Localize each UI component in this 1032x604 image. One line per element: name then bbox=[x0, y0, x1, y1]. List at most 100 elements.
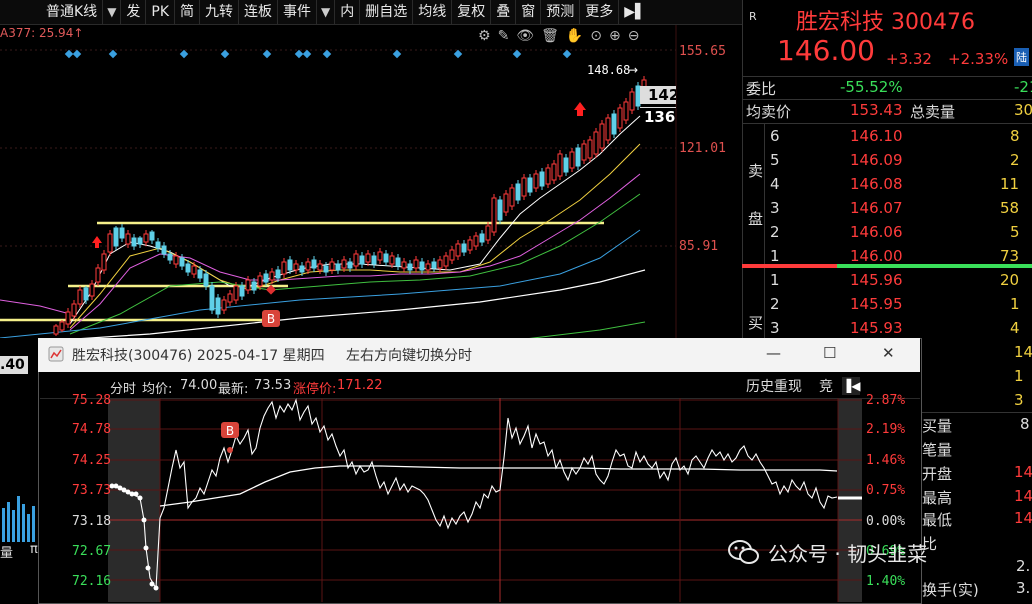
candle-body bbox=[185, 263, 191, 273]
ask-price[interactable]: 146.08 bbox=[850, 175, 903, 193]
ask-volume: 58 bbox=[1000, 199, 1020, 217]
high-label: 148.68 bbox=[587, 63, 630, 77]
candle-body bbox=[101, 253, 107, 271]
svg-text:→: → bbox=[628, 63, 638, 77]
stat-value: 14 bbox=[1014, 463, 1032, 481]
ask-volume: 11 bbox=[1000, 175, 1020, 193]
toolbar-inner[interactable]: 内 bbox=[335, 0, 361, 24]
target-icon[interactable]: ⊙ bbox=[590, 28, 602, 44]
ask-volume: 2 bbox=[1010, 151, 1020, 169]
price-change-pct: +2.33% bbox=[948, 50, 1009, 68]
candle-body bbox=[515, 183, 521, 201]
toolbar-nine-turn[interactable]: 九转 bbox=[200, 0, 240, 24]
event-markers bbox=[64, 49, 572, 59]
stat-value: 2. bbox=[1016, 557, 1031, 575]
candle-body bbox=[311, 259, 317, 269]
toolbar-events[interactable]: 事件 bbox=[278, 0, 318, 24]
candle-body bbox=[485, 225, 491, 241]
candle-body bbox=[305, 261, 311, 271]
zoom-in-icon[interactable]: ⊕ bbox=[609, 28, 621, 44]
toolbar-remove-favorite[interactable]: 删自选 bbox=[360, 0, 414, 24]
history-replay-button[interactable]: 历史重现 bbox=[746, 376, 802, 396]
intraday-pct-label: 0.75% bbox=[866, 483, 906, 498]
toolbar-pk[interactable]: PK bbox=[146, 0, 176, 24]
total-sell-value: 30 bbox=[1014, 101, 1032, 119]
toolbar-limit-board[interactable]: 连板 bbox=[239, 0, 279, 24]
candle-body bbox=[167, 253, 173, 261]
candle-body bbox=[425, 263, 431, 271]
settings-icon[interactable]: ⚙ bbox=[478, 28, 491, 44]
toolbar-adjust[interactable]: 复权 bbox=[452, 0, 492, 24]
candle-body bbox=[587, 139, 593, 159]
candle-body bbox=[89, 283, 95, 297]
candle-body bbox=[317, 263, 323, 271]
hand-icon[interactable]: ✋ bbox=[566, 28, 583, 44]
candle-body bbox=[173, 255, 179, 265]
last-price: 146.00 bbox=[777, 34, 875, 67]
zoom-out-icon[interactable]: ⊖ bbox=[628, 28, 640, 44]
axis-label: 121.01 bbox=[679, 141, 726, 156]
play-back-icon[interactable]: ▐◀ bbox=[842, 377, 860, 395]
last-price-value: 73.53 bbox=[254, 378, 292, 393]
tab-normal-kline[interactable]: 普通K线 bbox=[0, 0, 104, 24]
bid-vol: 14 bbox=[1014, 343, 1032, 361]
toolbar-simple[interactable]: 简 bbox=[175, 0, 201, 24]
limit-up-label: 涨停价: bbox=[293, 382, 337, 397]
ask-price[interactable]: 146.09 bbox=[850, 151, 903, 169]
intraday-price-label: 72.16 bbox=[72, 574, 112, 589]
chevron-down-icon[interactable]: ▼ bbox=[103, 0, 122, 24]
ask-volume: 73 bbox=[1000, 247, 1020, 265]
toolbar-fa[interactable]: 发 bbox=[121, 0, 147, 24]
stat-label: 最低 bbox=[922, 511, 953, 529]
ask-price[interactable]: 146.06 bbox=[850, 223, 903, 241]
candle-body bbox=[59, 321, 65, 331]
toolbar-predict[interactable]: 预测 bbox=[541, 0, 581, 24]
intraday-chart[interactable]: B bbox=[40, 398, 920, 602]
bid-price[interactable]: 145.96 bbox=[850, 271, 903, 289]
bid-price[interactable]: 145.95 bbox=[850, 295, 903, 313]
minimize-button[interactable]: — bbox=[766, 344, 781, 362]
ask-level: 5 bbox=[770, 151, 780, 169]
candle-body bbox=[53, 325, 59, 335]
candle-body bbox=[347, 261, 353, 269]
collapse-panel-icon[interactable]: ▶▌ bbox=[619, 0, 651, 24]
candle-body bbox=[593, 131, 599, 155]
ask-bar bbox=[742, 264, 837, 268]
candle-body bbox=[605, 117, 611, 141]
ask-price[interactable]: 146.00 bbox=[850, 247, 903, 265]
candle-body bbox=[137, 237, 143, 245]
candle-body bbox=[359, 255, 365, 265]
draw-icon[interactable]: ✎ bbox=[498, 28, 510, 44]
stat-value: 14 bbox=[1014, 487, 1032, 505]
toolbar-more[interactable]: 更多 bbox=[580, 0, 620, 24]
chevron-down-icon[interactable]: ▼ bbox=[317, 0, 336, 24]
candle-body bbox=[497, 199, 503, 221]
window-title: 胜宏科技(300476) 2025-04-17 星期四 bbox=[72, 348, 325, 364]
ask-price[interactable]: 146.07 bbox=[850, 199, 903, 217]
maximize-button[interactable]: ☐ bbox=[823, 344, 836, 362]
up-arrow-icon bbox=[574, 102, 586, 116]
toolbar-overlay[interactable]: 叠 bbox=[491, 0, 517, 24]
intraday-pct-label: 2.19% bbox=[866, 422, 906, 437]
r-flag: R bbox=[749, 10, 757, 23]
eye-icon[interactable]: 👁 bbox=[516, 28, 534, 44]
candle-body bbox=[149, 231, 155, 241]
close-button[interactable]: ✕ bbox=[882, 344, 895, 362]
auction-button[interactable]: 竞 bbox=[819, 376, 833, 396]
toolbar-ma[interactable]: 均线 bbox=[413, 0, 453, 24]
bid-price[interactable]: 145.93 bbox=[850, 319, 903, 337]
kline-chart[interactable]: B 148.68 → bbox=[0, 24, 742, 338]
sell-side-label: 卖 bbox=[748, 162, 764, 180]
limit-up-value: 171.22 bbox=[337, 378, 383, 393]
candle-body bbox=[575, 147, 581, 167]
candle-body bbox=[119, 227, 125, 239]
candle-body bbox=[539, 171, 545, 187]
candle-body bbox=[179, 257, 185, 267]
candle-body bbox=[467, 239, 473, 251]
delete-icon[interactable]: 🗑 bbox=[541, 28, 559, 44]
ask-price[interactable]: 146.10 bbox=[850, 127, 903, 145]
candle-body bbox=[71, 303, 77, 317]
candle-body bbox=[491, 197, 497, 233]
candle-body bbox=[281, 261, 287, 275]
toolbar-window[interactable]: 窗 bbox=[516, 0, 542, 24]
